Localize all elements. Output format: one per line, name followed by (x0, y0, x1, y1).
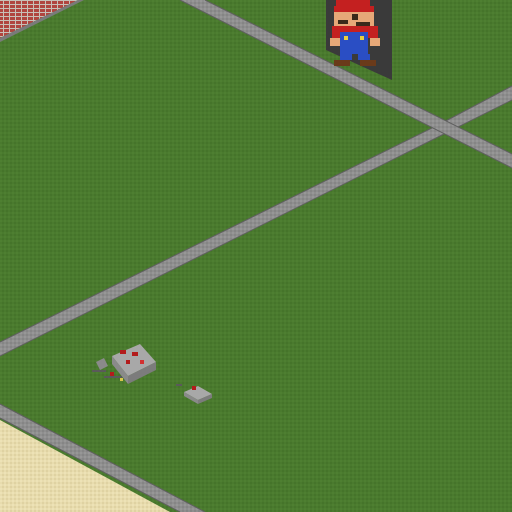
grass-field (0, 0, 512, 512)
isometric-world (0, 0, 512, 512)
game-map-view (0, 0, 512, 512)
